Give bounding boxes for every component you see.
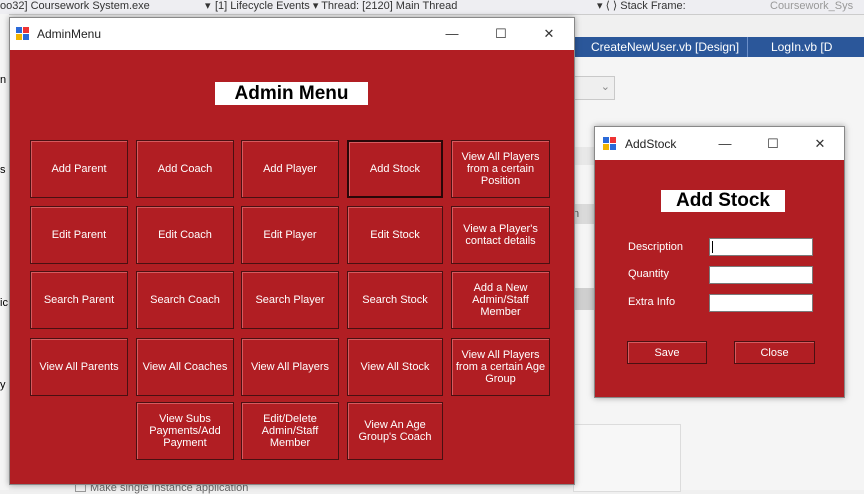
ide-edge-glyph: y — [0, 379, 6, 391]
stock-title-bar[interactable]: AddStock — ☐ ✕ — [595, 127, 844, 160]
edit-parent-button[interactable]: Edit Parent — [30, 206, 128, 264]
admin-title-bar[interactable]: AdminMenu — ☐ ✕ — [10, 18, 574, 50]
view-players-by-age-group-button[interactable]: View All Players from a certain Age Grou… — [451, 338, 550, 396]
view-subs-payments-button[interactable]: View Subs Payments/Add Payment — [136, 402, 234, 460]
page-title: Add Stock — [661, 190, 785, 212]
app-icon — [16, 27, 30, 41]
close-icon[interactable]: ✕ — [797, 127, 843, 160]
quantity-field[interactable] — [709, 266, 813, 284]
edit-coach-button[interactable]: Edit Coach — [136, 206, 234, 264]
extra-info-field[interactable] — [709, 294, 813, 312]
ide-toolbar: oo32] Coursework System.exe ▾ [1] Lifecy… — [0, 0, 864, 15]
maximize-icon[interactable]: ☐ — [478, 18, 524, 50]
tab-login-design[interactable]: LogIn.vb [D — [763, 37, 840, 57]
add-coach-button[interactable]: Add Coach — [136, 140, 234, 198]
add-stock-button[interactable]: Add Stock — [347, 140, 443, 198]
view-age-group-coach-button[interactable]: View An Age Group's Coach — [347, 402, 443, 460]
search-player-button[interactable]: Search Player — [241, 271, 339, 329]
minimize-icon[interactable]: — — [429, 18, 475, 50]
view-all-stock-button[interactable]: View All Stock — [347, 338, 443, 396]
close-icon[interactable]: ✕ — [526, 18, 572, 50]
search-stock-button[interactable]: Search Stock — [347, 271, 443, 329]
window-title: AdminMenu — [37, 27, 102, 41]
app-icon — [603, 137, 617, 151]
ide-dropdown[interactable]: ⌄ — [573, 76, 615, 100]
ide-process-label: oo32] Coursework System.exe — [0, 0, 150, 12]
ide-stack-frame-value[interactable]: Coursework_Sys — [770, 0, 853, 13]
ide-tab-strip: CreateNewUser.vb [Design] LogIn.vb [D — [573, 37, 864, 57]
window-title: AddStock — [625, 137, 677, 151]
view-players-by-position-button[interactable]: View All Players from a certain Position — [451, 140, 550, 198]
chevron-down-icon: ⌄ — [600, 81, 610, 93]
edit-stock-button[interactable]: Edit Stock — [347, 206, 443, 264]
maximize-icon[interactable]: ☐ — [750, 127, 796, 160]
ide-process-dropdown[interactable]: ▾ — [205, 0, 211, 13]
ide-left-strip: n s ic y — [0, 14, 9, 490]
edit-delete-admin-staff-button[interactable]: Edit/Delete Admin/Staff Member — [241, 402, 339, 460]
admin-menu-window: AdminMenu — ☐ ✕ Admin Menu Add Parent Add… — [9, 17, 575, 485]
view-all-players-button[interactable]: View All Players — [241, 338, 339, 396]
add-admin-staff-button[interactable]: Add a New Admin/Staff Member — [451, 271, 550, 329]
close-button[interactable]: Close — [734, 341, 815, 364]
text-caret — [712, 241, 713, 253]
edit-player-button[interactable]: Edit Player — [241, 206, 339, 264]
description-label: Description — [628, 241, 684, 253]
ide-edge-glyph: ic — [0, 297, 8, 309]
view-all-parents-button[interactable]: View All Parents — [30, 338, 128, 396]
search-parent-button[interactable]: Search Parent — [30, 271, 128, 329]
ide-edge-glyph: n — [0, 74, 7, 86]
tab-createnewuser-design[interactable]: CreateNewUser.vb [Design] — [583, 37, 749, 57]
admin-form-body: Admin Menu Add Parent Add Coach Add Player… — [10, 50, 574, 484]
add-stock-window: AddStock — ☐ ✕ Add Stock Description Qua… — [594, 126, 845, 398]
add-parent-button[interactable]: Add Parent — [30, 140, 128, 198]
add-player-button[interactable]: Add Player — [241, 140, 339, 198]
view-player-contact-button[interactable]: View a Player's contact details — [451, 206, 550, 264]
search-coach-button[interactable]: Search Coach — [136, 271, 234, 329]
view-all-coaches-button[interactable]: View All Coaches — [136, 338, 234, 396]
ide-edge-glyph: s — [0, 164, 6, 176]
page-title: Admin Menu — [215, 82, 368, 105]
extra-info-label: Extra Info — [628, 296, 676, 308]
ide-thread-label: [1] Lifecycle Events ▾ Thread: [2120] Ma… — [215, 0, 458, 12]
minimize-icon[interactable]: — — [702, 127, 748, 160]
ide-group-box — [573, 424, 681, 492]
save-button[interactable]: Save — [627, 341, 707, 364]
stock-form-body: Add Stock Description Quantity Extra Inf… — [595, 160, 844, 397]
quantity-label: Quantity — [628, 268, 669, 280]
description-field[interactable] — [709, 238, 813, 256]
ide-stack-frame-label: ▾ ⟨ ⟩ Stack Frame: — [597, 0, 686, 12]
